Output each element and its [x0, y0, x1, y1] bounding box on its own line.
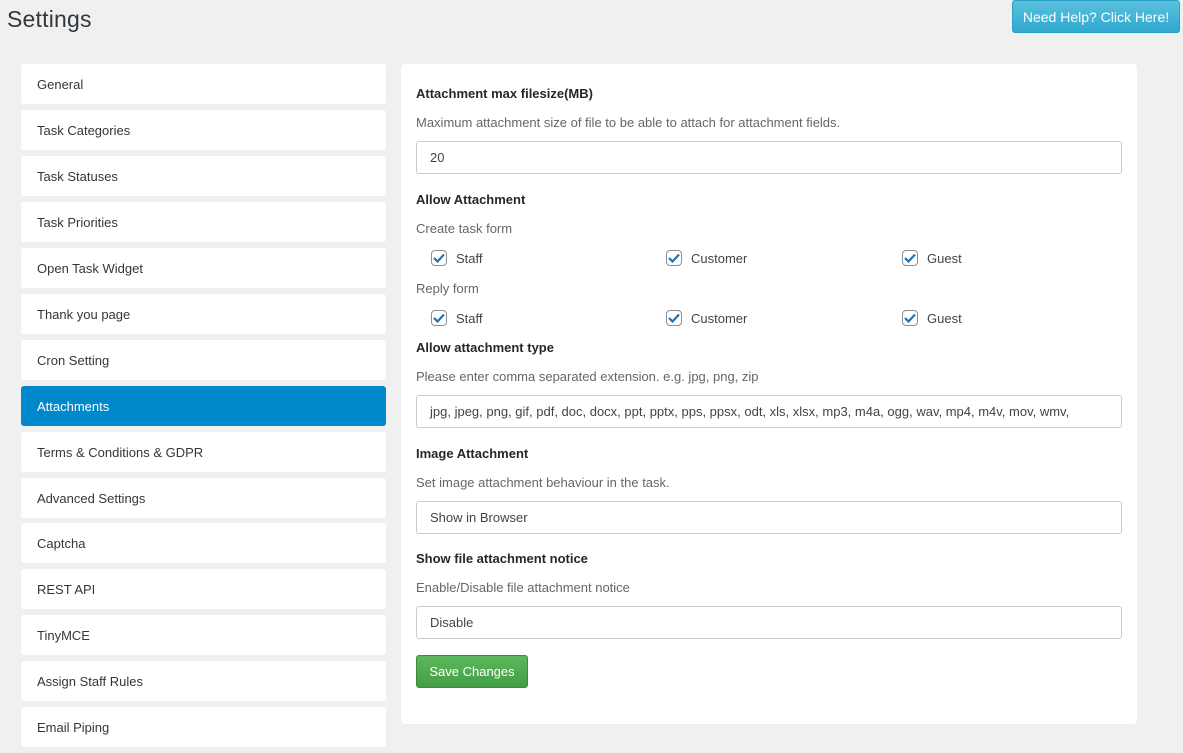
- sidebar-item-attachments[interactable]: Attachments: [21, 386, 386, 426]
- image-attachment-title: Image Attachment: [416, 446, 529, 461]
- file-notice-title: Show file attachment notice: [416, 551, 588, 566]
- checkbox-label: Guest: [927, 310, 962, 326]
- sidebar-item-advanced-settings[interactable]: Advanced Settings: [21, 478, 386, 518]
- sidebar-item-general[interactable]: General: [21, 64, 386, 104]
- image-attachment-select[interactable]: Show in Browser: [416, 501, 1122, 534]
- create-staff-checkbox[interactable]: Staff: [431, 250, 483, 266]
- checkbox-label: Customer: [691, 250, 748, 266]
- save-changes-button[interactable]: Save Changes: [416, 655, 528, 688]
- checkbox-label: Staff: [456, 250, 483, 266]
- attachment-type-input[interactable]: jpg, jpeg, png, gif, pdf, doc, docx, ppt…: [416, 395, 1122, 428]
- create-guest-checkbox[interactable]: Guest: [902, 250, 962, 266]
- reply-guest-checkbox[interactable]: Guest: [902, 310, 962, 326]
- attachment-type-description: Please enter comma separated extension. …: [416, 369, 759, 384]
- sidebar-item-task-priorities[interactable]: Task Priorities: [21, 202, 386, 242]
- checkmark-icon: [431, 310, 447, 326]
- sidebar-item-open-task-widget[interactable]: Open Task Widget: [21, 248, 386, 288]
- checkmark-icon: [666, 310, 682, 326]
- max-filesize-title: Attachment max filesize(MB): [416, 86, 593, 101]
- sidebar-item-thank-you-page[interactable]: Thank you page: [21, 294, 386, 334]
- max-filesize-description: Maximum attachment size of file to be ab…: [416, 115, 841, 130]
- sidebar-item-assign-staff-rules[interactable]: Assign Staff Rules: [21, 661, 386, 701]
- sidebar-item-captcha[interactable]: Captcha: [21, 523, 386, 563]
- attachment-type-title: Allow attachment type: [416, 340, 554, 355]
- checkbox-label: Staff: [456, 310, 483, 326]
- reply-form-label: Reply form: [416, 281, 479, 296]
- checkbox-label: Customer: [691, 310, 748, 326]
- attachments-settings-panel: Attachment max filesize(MB) Maximum atta…: [401, 64, 1137, 724]
- sidebar-item-tinymce[interactable]: TinyMCE: [21, 615, 386, 655]
- allow-attachment-title: Allow Attachment: [416, 192, 526, 207]
- checkbox-label: Guest: [927, 250, 962, 266]
- checkmark-icon: [666, 250, 682, 266]
- sidebar-item-email-piping[interactable]: Email Piping: [21, 707, 386, 747]
- sidebar-item-task-statuses[interactable]: Task Statuses: [21, 156, 386, 196]
- checkmark-icon: [902, 250, 918, 266]
- file-notice-select[interactable]: Disable: [416, 606, 1122, 639]
- image-attachment-description: Set image attachment behaviour in the ta…: [416, 475, 670, 490]
- max-filesize-input[interactable]: 20: [416, 141, 1122, 174]
- reply-form-checkboxes: Staff Customer Guest: [401, 310, 1137, 330]
- page-title: Settings: [7, 6, 92, 32]
- sidebar-item-task-categories[interactable]: Task Categories: [21, 110, 386, 150]
- create-form-checkboxes: Staff Customer Guest: [401, 250, 1137, 270]
- create-customer-checkbox[interactable]: Customer: [666, 250, 747, 266]
- need-help-button[interactable]: Need Help? Click Here!: [1012, 0, 1180, 33]
- file-notice-description: Enable/Disable file attachment notice: [416, 580, 630, 595]
- reply-customer-checkbox[interactable]: Customer: [666, 310, 747, 326]
- sidebar-item-cron-setting[interactable]: Cron Setting: [21, 340, 386, 380]
- settings-sidebar: General Task Categories Task Statuses Ta…: [21, 64, 386, 753]
- checkmark-icon: [431, 250, 447, 266]
- sidebar-item-rest-api[interactable]: REST API: [21, 569, 386, 609]
- reply-staff-checkbox[interactable]: Staff: [431, 310, 483, 326]
- checkmark-icon: [902, 310, 918, 326]
- sidebar-item-terms-gdpr[interactable]: Terms & Conditions & GDPR: [21, 432, 386, 472]
- create-task-form-label: Create task form: [416, 221, 513, 236]
